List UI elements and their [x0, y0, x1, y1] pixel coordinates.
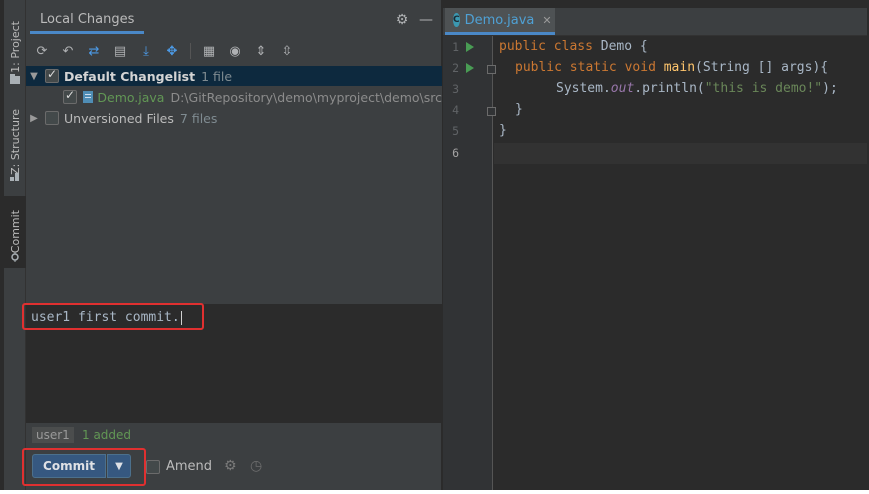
tab-demo-java[interactable]: C Demo.java ✕ — [445, 8, 555, 35]
commit-icon — [11, 252, 19, 262]
move-icon[interactable]: ✥ — [162, 41, 182, 61]
line-number: 5 — [452, 124, 459, 138]
commit-options-gear-icon[interactable]: ⚙ — [224, 458, 237, 474]
panel-header: Local Changes ⚙ — — [26, 8, 442, 36]
highlight-box-message — [22, 303, 204, 330]
tool-window-strip: 1: Project Z: Structure Commit — [4, 0, 26, 490]
expand-arrow-icon[interactable]: ▼ — [28, 71, 40, 82]
history-clock-icon[interactable]: ◷ — [250, 458, 262, 474]
toolbar-divider — [190, 43, 191, 59]
minimize-icon[interactable]: — — [418, 12, 434, 28]
run-class-icon[interactable] — [466, 42, 474, 52]
java-class-icon: C — [453, 13, 460, 27]
refresh-icon[interactable]: ⟳ — [32, 41, 52, 61]
java-file-icon — [83, 91, 93, 103]
preview-icon[interactable]: ◉ — [225, 41, 245, 61]
highlight-box-commit — [22, 448, 146, 486]
commit-actions: Commit ▼ Amend ⚙ ◷ — [22, 448, 442, 486]
code-line-1: public class Demo { — [499, 39, 648, 54]
commit-panel: Local Changes ⚙ — ⟳ ↶ ⇄ ▤ ⤓ ✥ ▦ ◉ ⇕ ⇳ ▼ … — [22, 0, 442, 490]
unversioned-row[interactable]: ▶ Unversioned Files 7 files — [26, 108, 442, 128]
line-number: 2 — [452, 61, 459, 75]
commit-status: user1 1 added — [26, 426, 442, 446]
window-bottom-edge — [0, 490, 869, 494]
diff-icon[interactable]: ⇄ — [84, 41, 104, 61]
line-gutter: 1 2 3 4 5 6 — [443, 36, 496, 490]
update-icon[interactable]: ⤓ — [136, 41, 156, 61]
tab-project[interactable]: 1: Project — [4, 6, 26, 88]
run-main-icon[interactable] — [466, 63, 474, 73]
changes-tree: ▼ Default Changelist 1 file Demo.java D:… — [26, 66, 442, 304]
structure-icon — [10, 173, 19, 181]
line-number: 1 — [452, 40, 459, 54]
amend-toggle[interactable]: Amend — [146, 459, 212, 474]
changes-summary: 1 added — [82, 428, 132, 442]
author-badge: user1 — [32, 427, 74, 443]
line-number: 6 — [452, 146, 459, 160]
group-by-icon[interactable]: ▦ — [199, 41, 219, 61]
collapse-all-icon[interactable]: ⇳ — [277, 41, 297, 61]
changelist-checkbox[interactable] — [45, 67, 59, 83]
folder-icon — [10, 74, 20, 84]
file-checkbox[interactable] — [63, 88, 77, 104]
expand-all-icon[interactable]: ⇕ — [251, 41, 271, 61]
changelist-row[interactable]: ▼ Default Changelist 1 file — [26, 66, 442, 86]
gear-icon[interactable]: ⚙ — [394, 12, 410, 28]
code-line-4: } — [515, 102, 523, 117]
rollback-icon[interactable]: ↶ — [58, 41, 78, 61]
file-row[interactable]: Demo.java D:\GitRepository\demo\myprojec… — [26, 87, 442, 107]
editor-tabs: C Demo.java ✕ — [443, 8, 867, 36]
fold-marker-icon[interactable] — [487, 107, 496, 116]
code-line-3: System.out.println("this is demo!"); — [556, 81, 838, 96]
close-icon[interactable]: ✕ — [542, 14, 551, 27]
code-editor: C Demo.java ✕ 1 2 3 4 5 6 public class D… — [443, 0, 867, 490]
line-number: 3 — [452, 82, 459, 96]
current-line-highlight — [494, 143, 867, 164]
ide-window: 1: Project Z: Structure Commit Local Cha… — [0, 0, 869, 494]
fold-marker-icon[interactable] — [487, 65, 496, 74]
code-line-5: } — [499, 123, 507, 138]
tab-structure[interactable]: Z: Structure — [4, 100, 26, 184]
shelve-icon[interactable]: ▤ — [110, 41, 130, 61]
code-line-2: public static void main(String [] args){ — [515, 60, 829, 75]
collapse-arrow-icon[interactable]: ▶ — [28, 113, 40, 124]
unversioned-checkbox[interactable] — [45, 111, 59, 125]
changes-toolbar: ⟳ ↶ ⇄ ▤ ⤓ ✥ ▦ ◉ ⇕ ⇳ — [26, 38, 442, 64]
tab-commit[interactable]: Commit — [4, 196, 26, 268]
line-number: 4 — [452, 103, 459, 117]
amend-checkbox[interactable] — [146, 459, 160, 474]
tab-local-changes[interactable]: Local Changes — [30, 8, 145, 34]
